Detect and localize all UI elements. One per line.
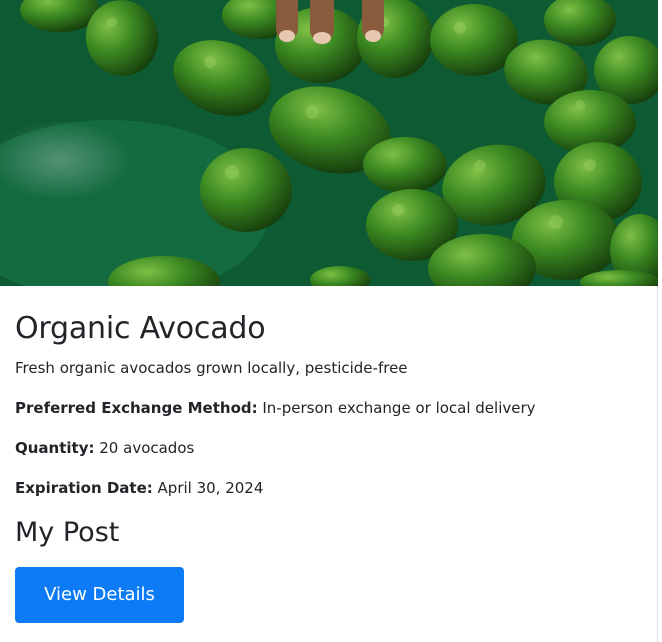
product-description: Fresh organic avocados grown locally, pe… (15, 359, 408, 377)
product-card: Organic Avocado Fresh organic avocados g… (0, 0, 658, 642)
quantity-label: Quantity: (15, 439, 95, 457)
view-details-button[interactable]: View Details (15, 567, 184, 623)
my-post-heading: My Post (15, 517, 120, 548)
product-title: Organic Avocado (15, 311, 266, 346)
exchange-method-row: Preferred Exchange Method: In-person exc… (15, 397, 642, 419)
exchange-method-value: In-person exchange or local delivery (257, 399, 536, 417)
card-body: Organic Avocado Fresh organic avocados g… (0, 286, 657, 623)
exchange-method-label: Preferred Exchange Method: (15, 399, 258, 417)
expiration-date-value: April 30, 2024 (152, 479, 264, 497)
expiration-date-row: Expiration Date: April 30, 2024 (15, 477, 642, 499)
avocado-photo (0, 0, 658, 286)
quantity-row: Quantity: 20 avocados (15, 437, 642, 459)
expiration-date-label: Expiration Date: (15, 479, 153, 497)
product-image (0, 0, 658, 286)
quantity-value: 20 avocados (94, 439, 195, 457)
